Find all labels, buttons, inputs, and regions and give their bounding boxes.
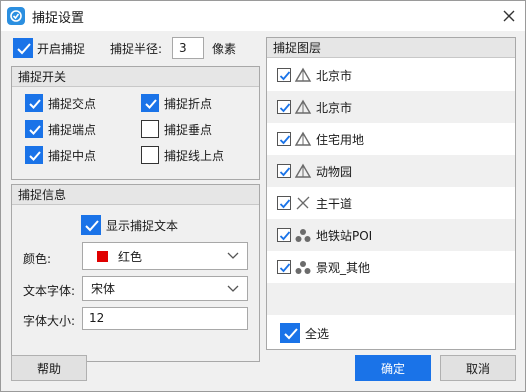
snap-on-line-label: 捕捉线上点 [164,148,225,163]
layer-name: 动物园 [316,164,353,179]
font-label: 文本字体: [23,284,76,298]
color-swatch [97,250,108,262]
polygon-icon [294,131,312,146]
snap-intersection-label: 捕捉交点 [48,96,97,111]
layer-name: 地铁站POI [316,228,373,243]
snap-endpoint-check[interactable] [25,120,43,138]
polygon-icon [294,163,312,178]
chevron-down-icon [227,252,239,259]
enable-snap-checkbox[interactable]: 开启捕捉 [13,38,85,58]
layer-row[interactable]: 主干道 [267,187,515,219]
layer-name: 主干道 [316,196,353,211]
snap-vertex-check[interactable] [141,94,159,112]
snap-switch-title: 捕捉开关 [12,67,259,87]
font-size-input[interactable]: 12 [82,307,248,330]
font-select[interactable]: 宋体 [82,276,248,301]
point-icon [295,261,311,274]
layer-checkbox[interactable] [277,68,291,82]
layer-name: 北京市 [316,100,353,115]
cancel-button[interactable]: 取消 [440,355,516,381]
show-text-checkbox[interactable]: 显示捕捉文本 [81,215,178,235]
color-label: 颜色: [23,252,52,266]
close-button[interactable] [499,6,519,26]
snap-endpoint-checkbox[interactable]: 捕捉端点 [25,120,96,138]
chevron-down-icon [227,285,239,292]
radius-label: 捕捉半径: [110,42,163,56]
layer-name: 住宅用地 [316,132,365,147]
snap-vertex-checkbox[interactable]: 捕捉折点 [141,94,212,112]
help-button[interactable]: 帮助 [11,355,87,381]
layer-name: 北京市 [316,68,353,83]
layer-row[interactable]: 景观_其他 [267,251,515,283]
layer-empty-row [267,283,515,315]
snap-settings-dialog: 捕捉设置 开启捕捉 捕捉半径: 3 像素 捕捉开关 捕捉交点 捕捉折点 捕捉端点… [0,0,526,392]
radius-unit: 像素 [212,42,237,56]
color-select[interactable]: 红色 [82,242,248,270]
snap-on-line-checkbox[interactable]: 捕捉线上点 [141,146,224,164]
layer-row[interactable]: 北京市 [267,59,515,91]
close-icon [503,10,515,22]
snap-endpoint-label: 捕捉端点 [48,122,97,137]
layer-checkbox[interactable] [277,228,291,242]
layer-row[interactable]: 动物园 [267,155,515,187]
enable-snap-label: 开启捕捉 [37,41,86,56]
select-all-label: 全选 [305,326,330,341]
snap-perpendicular-label: 捕捉垂点 [164,122,213,137]
dialog-content: 开启捕捉 捕捉半径: 3 像素 捕捉开关 捕捉交点 捕捉折点 捕捉端点 捕捉垂点… [1,31,525,391]
polygon-icon [294,99,312,114]
snap-intersection-check[interactable] [25,94,43,112]
layer-row[interactable]: 地铁站POI [267,219,515,251]
snap-vertex-label: 捕捉折点 [164,96,213,111]
app-icon [7,7,25,25]
show-text-label: 显示捕捉文本 [106,218,179,233]
point-icon [295,229,311,242]
polygon-icon [294,67,312,82]
line-icon [296,196,310,210]
ok-button[interactable]: 确定 [355,355,431,381]
snap-on-line-check[interactable] [141,146,159,164]
layer-row[interactable]: 住宅用地 [267,123,515,155]
enable-snap-check[interactable] [13,38,33,58]
window-title: 捕捉设置 [32,10,85,26]
snap-midpoint-checkbox[interactable]: 捕捉中点 [25,146,96,164]
layer-checkbox[interactable] [277,196,291,210]
layer-checkbox[interactable] [277,100,291,114]
snap-info-group: 捕捉信息 [11,184,260,362]
layer-checkbox[interactable] [277,132,291,146]
snap-perpendicular-checkbox[interactable]: 捕捉垂点 [141,120,212,138]
snap-intersection-checkbox[interactable]: 捕捉交点 [25,94,96,112]
layer-checkbox[interactable] [277,260,291,274]
snap-info-title: 捕捉信息 [12,185,259,205]
layer-name: 景观_其他 [316,260,371,275]
radius-input[interactable]: 3 [172,37,204,59]
select-all-checkbox[interactable]: 全选 [280,323,329,343]
snap-layers-title: 捕捉图层 [267,38,515,58]
select-all-check[interactable] [280,323,300,343]
layer-row[interactable]: 北京市 [267,91,515,123]
snap-midpoint-label: 捕捉中点 [48,148,97,163]
title-bar: 捕捉设置 [1,1,525,31]
color-value: 红色 [118,249,143,264]
snap-midpoint-check[interactable] [25,146,43,164]
show-text-check[interactable] [81,215,101,235]
snap-perpendicular-check[interactable] [141,120,159,138]
font-value: 宋体 [91,282,116,296]
font-size-label: 字体大小: [23,314,76,328]
layer-checkbox[interactable] [277,164,291,178]
